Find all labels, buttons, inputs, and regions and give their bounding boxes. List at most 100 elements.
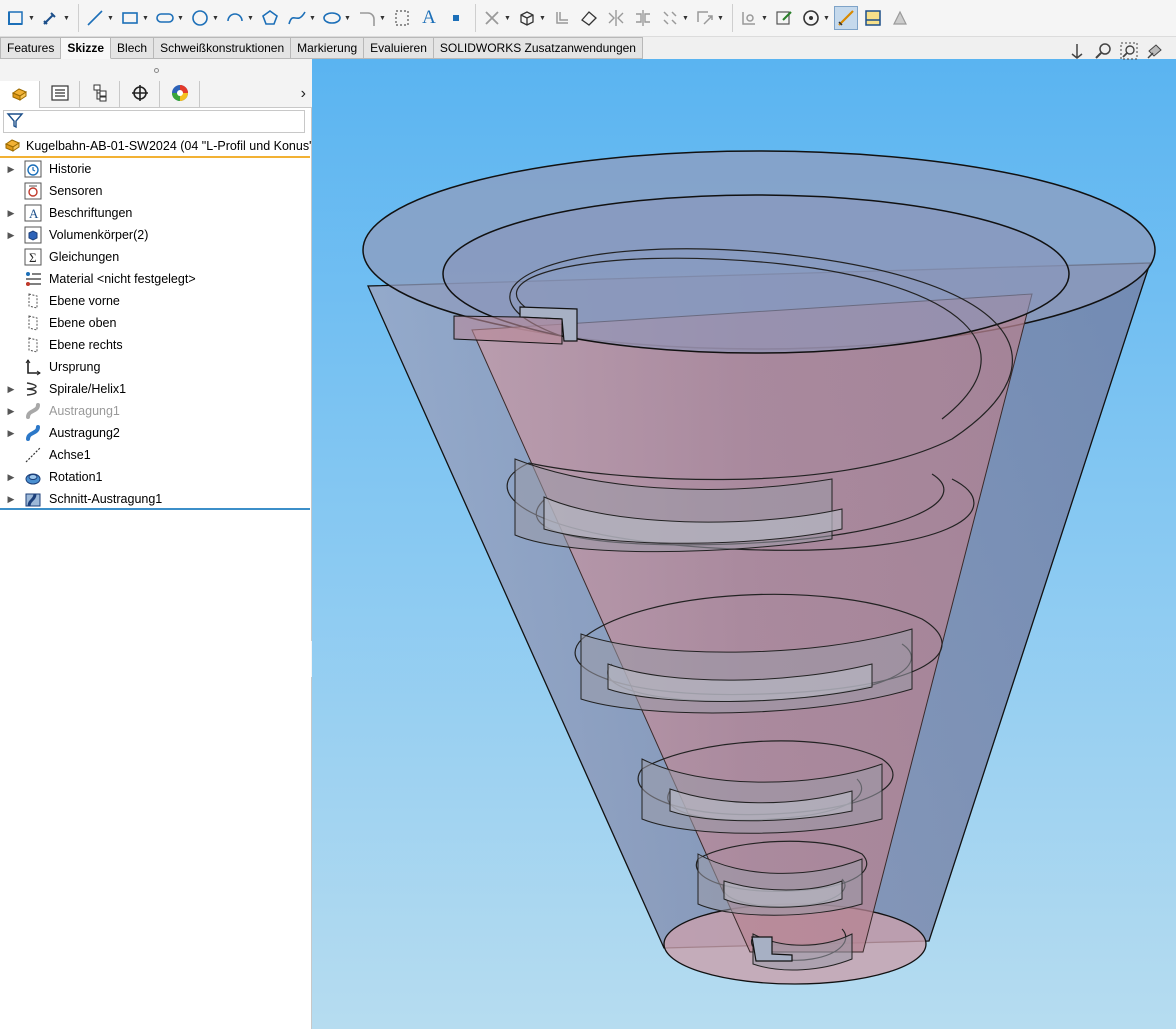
tree-node[interactable]: ▶ Austragung1 <box>0 400 310 422</box>
quick-snaps-button[interactable]: ▼ <box>799 3 831 33</box>
repair-sketch-button[interactable] <box>772 3 796 33</box>
tab-features[interactable]: Features <box>0 37 62 59</box>
dimxpertmanager-tab[interactable] <box>120 81 160 108</box>
tree-node[interactable]: ▶ Spirale/Helix1 <box>0 378 310 400</box>
tree-node[interactable]: Material <nicht festgelegt> <box>0 268 310 290</box>
arc-button[interactable]: ▼ <box>223 3 255 33</box>
dropdown-arrow-icon[interactable]: ▼ <box>823 15 831 22</box>
offset-surface-button[interactable] <box>577 3 601 33</box>
chevron-right-icon[interactable]: › <box>301 85 306 103</box>
point-button[interactable] <box>444 3 468 33</box>
dropdown-arrow-icon[interactable]: ▼ <box>142 15 150 22</box>
dropdown-arrow-icon[interactable]: ▼ <box>28 15 36 22</box>
mirror-button[interactable] <box>604 3 628 33</box>
funnel-model[interactable] <box>362 150 1156 985</box>
dropdown-arrow-icon[interactable]: ▼ <box>761 15 769 22</box>
relations-button[interactable]: ▼ <box>737 3 769 33</box>
tree-node[interactable]: ▶ Historie <box>0 158 310 180</box>
tab-markierung[interactable]: Markierung <box>291 37 365 59</box>
tree-node[interactable]: Achse1 <box>0 444 310 466</box>
zoom-to-fit-icon[interactable] <box>1092 40 1114 62</box>
displaymanager-tab-icon <box>171 84 189 105</box>
tree-node[interactable]: Ursprung <box>0 356 310 378</box>
propertymanager-tab[interactable] <box>40 81 80 108</box>
shaded-sketch-contours-button[interactable] <box>861 3 885 33</box>
rectangle-button[interactable]: ▼ <box>118 3 150 33</box>
reference-triad-icon[interactable] <box>1066 40 1088 62</box>
plane-icon <box>390 6 414 30</box>
dynamic-mirror-button[interactable] <box>631 3 655 33</box>
tree-node[interactable]: Σ Gleichungen <box>0 246 310 268</box>
tree-node[interactable]: Sensoren <box>0 180 310 202</box>
expand-arrow-icon[interactable]: ▶ <box>0 164 22 175</box>
linear-pattern-button[interactable]: ▼ <box>658 3 690 33</box>
dropdown-arrow-icon[interactable]: ▼ <box>344 15 352 22</box>
line-button[interactable]: ▼ <box>83 3 115 33</box>
line-icon <box>83 6 107 30</box>
spline-button[interactable]: ▼ <box>285 3 317 33</box>
expand-arrow-icon[interactable]: ▶ <box>0 428 22 439</box>
tree-node[interactable]: Ebene vorne <box>0 290 310 312</box>
expand-arrow-icon[interactable]: ▶ <box>0 472 22 483</box>
tree-node-label: Sensoren <box>49 184 103 198</box>
text-button[interactable]: A <box>417 3 441 33</box>
previous-view-icon[interactable] <box>1144 40 1166 62</box>
dropdown-arrow-icon[interactable]: ▼ <box>107 15 115 22</box>
tree-node[interactable]: ▶ Austragung2 <box>0 422 310 444</box>
filter-icon[interactable] <box>6 111 24 132</box>
tab-skizze[interactable]: Skizze <box>61 37 112 59</box>
move-entities-button[interactable]: ▼ <box>693 3 725 33</box>
model-view <box>362 150 1156 985</box>
tree-node[interactable]: ▶ Volumenkörper(2) <box>0 224 310 246</box>
rapid-sketch-button[interactable] <box>888 3 912 33</box>
expand-arrow-icon[interactable]: ▶ <box>0 406 22 417</box>
rollback-bar[interactable] <box>0 508 310 510</box>
dropdown-arrow-icon[interactable]: ▼ <box>717 15 725 22</box>
tree-root[interactable]: Kugelbahn-AB-01-SW2024 (04 "L-Profil und… <box>0 136 318 158</box>
displaymanager-tab[interactable] <box>160 81 200 108</box>
sketch-button[interactable]: ▼ <box>4 3 36 33</box>
circle-button[interactable]: ▼ <box>188 3 220 33</box>
dropdown-arrow-icon[interactable]: ▼ <box>212 15 220 22</box>
offset-entities-button[interactable] <box>550 3 574 33</box>
configurationmanager-tab[interactable] <box>80 81 120 108</box>
fillet-button[interactable]: ▼ <box>355 3 387 33</box>
dropdown-arrow-icon[interactable]: ▼ <box>504 15 512 22</box>
expand-arrow-icon[interactable]: ▶ <box>0 208 22 219</box>
featuremanager-tab[interactable] <box>0 81 40 108</box>
smart-dimension-button[interactable]: ▼ <box>39 3 71 33</box>
trim-button[interactable]: ▼ <box>480 3 512 33</box>
dropdown-arrow-icon[interactable]: ▼ <box>177 15 185 22</box>
tree-node[interactable]: Ebene rechts <box>0 334 310 356</box>
tab-evaluieren[interactable]: Evaluieren <box>364 37 434 59</box>
tree-node[interactable]: ▶ Schnitt-Austragung1 <box>0 488 310 510</box>
tab-blech[interactable]: Blech <box>111 37 155 59</box>
zoom-to-area-icon[interactable] <box>1118 40 1140 62</box>
instant2d-button[interactable] <box>834 3 858 33</box>
tree-filter[interactable] <box>3 110 305 133</box>
expand-arrow-icon[interactable]: ▶ <box>0 384 22 395</box>
smart-dimension-icon <box>39 6 63 30</box>
polygon-button[interactable] <box>258 3 282 33</box>
tree-node[interactable]: Ebene oben <box>0 312 310 334</box>
featuremanager-tab-icon <box>10 84 30 105</box>
plane-button[interactable] <box>390 3 414 33</box>
panel-grip[interactable] <box>0 59 312 81</box>
dropdown-arrow-icon[interactable]: ▼ <box>379 15 387 22</box>
tree-node[interactable]: ▶ Rotation1 <box>0 466 310 488</box>
convert-entities-button[interactable]: ▼ <box>515 3 547 33</box>
tree-node-label: Rotation1 <box>49 470 103 484</box>
expand-arrow-icon[interactable]: ▶ <box>0 230 22 241</box>
dropdown-arrow-icon[interactable]: ▼ <box>63 15 71 22</box>
ellipse-button[interactable]: ▼ <box>320 3 352 33</box>
dropdown-arrow-icon[interactable]: ▼ <box>309 15 317 22</box>
dropdown-arrow-icon[interactable]: ▼ <box>539 15 547 22</box>
slot-button[interactable]: ▼ <box>153 3 185 33</box>
tab-solidworks-zusatzanwendungen[interactable]: SOLIDWORKS Zusatzanwendungen <box>433 37 643 59</box>
dropdown-arrow-icon[interactable]: ▼ <box>682 15 690 22</box>
tab-schweisskonstruktionen[interactable]: Schweißkonstruktionen <box>154 37 292 59</box>
tree-node[interactable]: ▶ A Beschriftungen <box>0 202 310 224</box>
graphics-area[interactable] <box>312 59 1176 1029</box>
dropdown-arrow-icon[interactable]: ▼ <box>247 15 255 22</box>
expand-arrow-icon[interactable]: ▶ <box>0 494 22 505</box>
